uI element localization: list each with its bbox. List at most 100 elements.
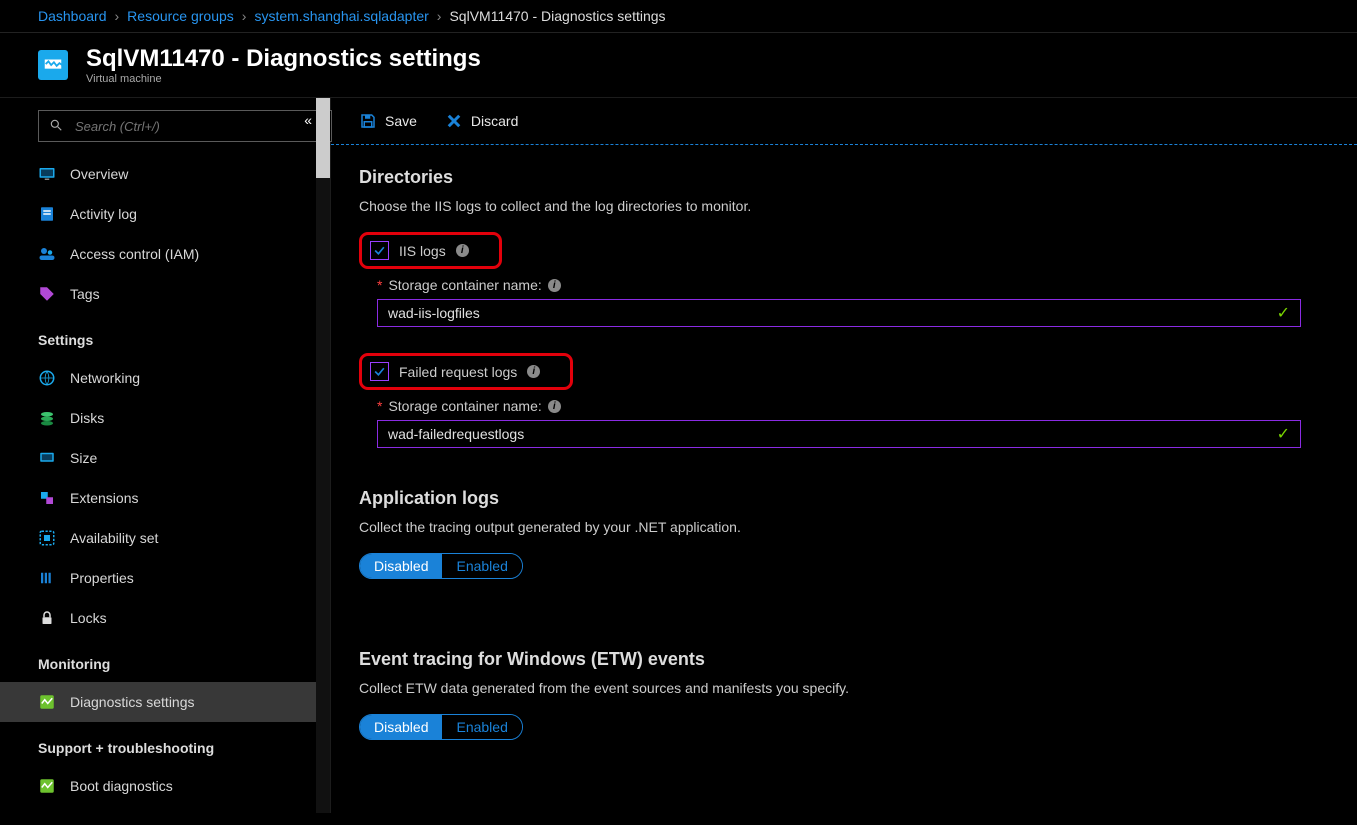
breadcrumb-dashboard[interactable]: Dashboard xyxy=(38,8,107,24)
sidebar-item-properties[interactable]: Properties xyxy=(38,558,314,598)
sidebar-item-disks[interactable]: Disks xyxy=(38,398,314,438)
sidebar-item-label: Diagnostics settings xyxy=(70,694,195,710)
info-icon[interactable]: i xyxy=(548,400,561,413)
breadcrumb-current: SqlVM11470 - Diagnostics settings xyxy=(449,8,665,24)
sidebar-item-size[interactable]: Size xyxy=(38,438,314,478)
breadcrumb-resource-groups[interactable]: Resource groups xyxy=(127,8,234,24)
discard-button[interactable]: Discard xyxy=(445,112,518,130)
etw-title: Event tracing for Windows (ETW) events xyxy=(359,649,1329,670)
content: Directories Choose the IIS logs to colle… xyxy=(331,145,1357,762)
vm-icon xyxy=(38,50,68,80)
etw-toggle[interactable]: Disabled Enabled xyxy=(359,714,523,740)
collapse-sidebar-icon[interactable]: « xyxy=(304,112,312,128)
sidebar-item-boot-diagnostics[interactable]: Boot diagnostics xyxy=(38,766,314,806)
search-icon xyxy=(49,118,63,135)
main-pane: Save Discard Directories Choose the IIS … xyxy=(331,98,1357,813)
app-logs-desc: Collect the tracing output generated by … xyxy=(359,519,1329,535)
app-logs-disabled[interactable]: Disabled xyxy=(360,554,442,578)
sidebar-item-label: Disks xyxy=(70,410,104,426)
save-label: Save xyxy=(385,113,417,129)
sidebar-item-access-control[interactable]: Access control (IAM) xyxy=(38,234,314,274)
app-logs-title: Application logs xyxy=(359,488,1329,509)
sidebar-item-networking[interactable]: Networking xyxy=(38,358,314,398)
sidebar-menu: Overview Activity log Access control (IA… xyxy=(0,154,330,813)
sidebar-item-diagnostics-settings[interactable]: Diagnostics settings xyxy=(0,682,330,722)
sidebar: « Overview Activity log Access control (… xyxy=(0,98,331,813)
sidebar-item-label: Availability set xyxy=(70,530,158,546)
breadcrumb: Dashboard › Resource groups › system.sha… xyxy=(0,0,1357,33)
sidebar-item-tags[interactable]: Tags xyxy=(38,274,314,314)
etw-desc: Collect ETW data generated from the even… xyxy=(359,680,1329,696)
sidebar-item-label: Boot diagnostics xyxy=(70,778,173,794)
sidebar-item-availability-set[interactable]: Availability set xyxy=(38,518,314,558)
sidebar-item-overview[interactable]: Overview xyxy=(38,154,314,194)
sidebar-item-label: Properties xyxy=(70,570,134,586)
page-title: SqlVM11470 - Diagnostics settings xyxy=(86,45,481,73)
app-logs-enabled[interactable]: Enabled xyxy=(442,554,521,578)
sidebar-item-activity-log[interactable]: Activity log xyxy=(38,194,314,234)
required-asterisk: * xyxy=(377,398,382,414)
save-icon xyxy=(359,112,377,130)
monitor-icon xyxy=(38,165,56,183)
failed-request-logs-label: Failed request logs xyxy=(399,364,517,380)
sidebar-item-extensions[interactable]: Extensions xyxy=(38,478,314,518)
info-icon[interactable]: i xyxy=(527,365,540,378)
ext-icon xyxy=(38,489,56,507)
sidebar-scroll-thumb[interactable] xyxy=(316,98,330,178)
discard-icon xyxy=(445,112,463,130)
size-icon xyxy=(38,449,56,467)
sidebar-item-locks[interactable]: Locks xyxy=(38,598,314,638)
required-asterisk: * xyxy=(377,277,382,293)
page-header: SqlVM11470 - Diagnostics settings Virtua… xyxy=(0,33,1357,97)
failed-request-logs-checkbox[interactable] xyxy=(370,362,389,381)
sidebar-scrollbar[interactable] xyxy=(316,98,330,813)
failed-storage-input[interactable]: wad-failedrequestlogs ✓ xyxy=(377,420,1301,448)
etw-enabled[interactable]: Enabled xyxy=(442,715,521,739)
breadcrumb-sep-icon: › xyxy=(437,8,442,24)
info-icon[interactable]: i xyxy=(456,244,469,257)
breadcrumb-resource-group[interactable]: system.shanghai.sqladapter xyxy=(254,8,428,24)
search-box[interactable] xyxy=(38,110,332,142)
sidebar-item-label: Locks xyxy=(70,610,107,626)
tag-icon xyxy=(38,285,56,303)
sidebar-section-monitoring: Monitoring xyxy=(38,656,314,672)
highlight-iis-logs: IIS logs i xyxy=(359,232,502,269)
info-icon[interactable]: i xyxy=(548,279,561,292)
directories-title: Directories xyxy=(359,167,1329,188)
globe-icon xyxy=(38,369,56,387)
boot-icon xyxy=(38,777,56,795)
page-subtitle: Virtual machine xyxy=(86,73,481,85)
sidebar-section-settings: Settings xyxy=(38,332,314,348)
discard-label: Discard xyxy=(471,113,518,129)
sidebar-item-label: Access control (IAM) xyxy=(70,246,199,262)
failed-storage-label: Storage container name: xyxy=(388,398,541,414)
sidebar-item-label: Extensions xyxy=(70,490,138,506)
sidebar-item-label: Networking xyxy=(70,370,140,386)
sidebar-item-label: Tags xyxy=(70,286,100,302)
breadcrumb-sep-icon: › xyxy=(115,8,120,24)
avail-icon xyxy=(38,529,56,547)
search-input[interactable] xyxy=(73,118,321,135)
valid-check-icon: ✓ xyxy=(1277,424,1290,444)
app-logs-toggle[interactable]: Disabled Enabled xyxy=(359,553,523,579)
highlight-failed-request-logs: Failed request logs i xyxy=(359,353,573,390)
valid-check-icon: ✓ xyxy=(1277,303,1290,323)
failed-storage-value: wad-failedrequestlogs xyxy=(388,426,524,442)
sidebar-item-label: Size xyxy=(70,450,97,466)
log-icon xyxy=(38,205,56,223)
breadcrumb-sep-icon: › xyxy=(242,8,247,24)
sidebar-section-support: Support + troubleshooting xyxy=(38,740,314,756)
iam-icon xyxy=(38,245,56,263)
lock-icon xyxy=(38,609,56,627)
sidebar-item-label: Activity log xyxy=(70,206,137,222)
directories-desc: Choose the IIS logs to collect and the l… xyxy=(359,198,1329,214)
save-button[interactable]: Save xyxy=(359,112,417,130)
iis-storage-value: wad-iis-logfiles xyxy=(388,305,480,321)
etw-disabled[interactable]: Disabled xyxy=(360,715,442,739)
iis-logs-checkbox[interactable] xyxy=(370,241,389,260)
props-icon xyxy=(38,569,56,587)
sidebar-item-label: Overview xyxy=(70,166,128,182)
iis-logs-label: IIS logs xyxy=(399,243,446,259)
iis-storage-input[interactable]: wad-iis-logfiles ✓ xyxy=(377,299,1301,327)
disks-icon xyxy=(38,409,56,427)
